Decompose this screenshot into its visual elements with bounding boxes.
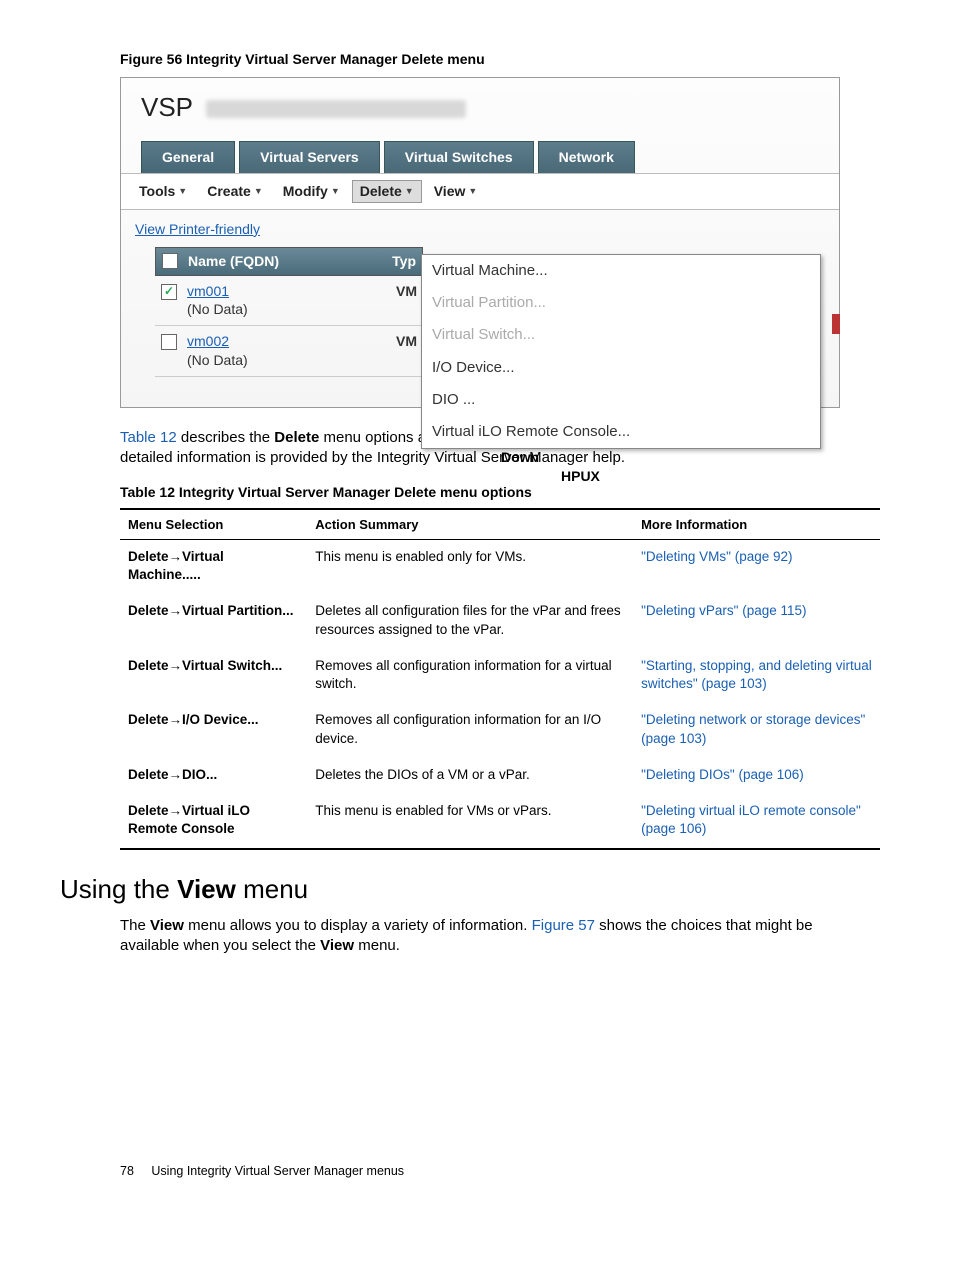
menu-selection-cell: Delete→Virtual Switch... <box>120 649 307 703</box>
more-info-link[interactable]: "Deleting virtual iLO remote console" (p… <box>641 803 861 836</box>
vm-name-link[interactable]: vm002 <box>187 333 229 349</box>
table-header-row: Name (FQDN) Typ <box>155 247 423 276</box>
menu-selection-cell: Delete→I/O Device... <box>120 703 307 757</box>
footer-chapter: Using Integrity Virtual Server Manager m… <box>151 1164 404 1178</box>
more-info-cell: "Deleting DIOs" (page 106) <box>633 758 880 794</box>
section-heading: Using the View menu <box>60 872 894 907</box>
content-area: View Printer-friendly Name (FQDN) Typ ✓ … <box>121 210 839 407</box>
tab-general[interactable]: General <box>141 141 235 173</box>
blurred-hostname <box>206 100 466 118</box>
table-row: ✓ vm001 (No Data) VM <box>155 276 423 327</box>
menu-modify[interactable]: Modify▼ <box>275 180 348 203</box>
more-info-cell: "Deleting virtual iLO remote console" (p… <box>633 794 880 849</box>
tab-network[interactable]: Network <box>538 141 635 173</box>
more-info-link[interactable]: "Deleting VMs" (page 92) <box>641 549 792 564</box>
menu-create[interactable]: Create▼ <box>199 180 271 203</box>
action-summary-cell: This menu is enabled for VMs or vPars. <box>307 794 633 849</box>
delete-options-table: Menu Selection Action Summary More Infor… <box>120 508 880 851</box>
row-tail-text: Down HPUX <box>501 448 600 486</box>
menu-selection-cell: Delete→Virtual iLO Remote Console <box>120 794 307 849</box>
dropdown-item-virtual-switch[interactable]: Virtual Switch... <box>422 319 820 351</box>
more-info-cell: "Deleting vPars" (page 115) <box>633 594 880 648</box>
more-info-cell: "Deleting VMs" (page 92) <box>633 540 880 595</box>
th-action-summary: Action Summary <box>307 509 633 540</box>
chevron-down-icon: ▼ <box>405 185 414 197</box>
page-number: 78 <box>120 1164 134 1178</box>
right-edge-indicator <box>832 314 840 334</box>
dropdown-item-virtual-ilo[interactable]: Virtual iLO Remote Console... <box>422 416 820 448</box>
menu-bar: Tools▼ Create▼ Modify▼ Delete▼ View▼ <box>121 173 839 210</box>
menu-selection-cell: Delete→DIO... <box>120 758 307 794</box>
menu-selection-cell: Delete→Virtual Machine..... <box>120 540 307 595</box>
menu-tools[interactable]: Tools▼ <box>131 180 195 203</box>
more-info-cell: "Starting, stopping, and deleting virtua… <box>633 649 880 703</box>
th-menu-selection: Menu Selection <box>120 509 307 540</box>
vsp-title: VSP <box>141 92 193 122</box>
menu-delete[interactable]: Delete▼ <box>352 180 422 203</box>
menu-view[interactable]: View▼ <box>426 180 486 203</box>
menu-selection-cell: Delete→Virtual Partition... <box>120 594 307 648</box>
dropdown-item-virtual-partition[interactable]: Virtual Partition... <box>422 287 820 319</box>
action-summary-cell: Deletes all configuration files for the … <box>307 594 633 648</box>
col-type: Typ <box>392 252 416 271</box>
th-more-info: More Information <box>633 509 880 540</box>
dropdown-item-io-device[interactable]: I/O Device... <box>422 352 820 384</box>
more-info-link[interactable]: "Deleting network or storage devices" (p… <box>641 712 865 745</box>
row-checkbox[interactable] <box>161 334 177 350</box>
action-summary-cell: Removes all configuration information fo… <box>307 703 633 757</box>
chevron-down-icon: ▼ <box>178 185 187 197</box>
chevron-down-icon: ▼ <box>331 185 340 197</box>
select-all-checkbox[interactable] <box>162 253 178 269</box>
dropdown-item-virtual-machine[interactable]: Virtual Machine... <box>422 255 820 287</box>
action-summary-cell: Removes all configuration information fo… <box>307 649 633 703</box>
more-info-link[interactable]: "Deleting vPars" (page 115) <box>641 603 806 618</box>
row-checkbox[interactable]: ✓ <box>161 284 177 300</box>
page-footer: 78 Using Integrity Virtual Server Manage… <box>120 1163 404 1180</box>
figure-caption: Figure 56 Integrity Virtual Server Manag… <box>120 50 894 69</box>
view-paragraph: The View menu allows you to display a va… <box>120 916 840 957</box>
figure-57-link[interactable]: Figure 57 <box>532 917 595 934</box>
tab-virtual-servers[interactable]: Virtual Servers <box>239 141 380 173</box>
screenshot-panel: VSP General Virtual Servers Virtual Swit… <box>120 77 840 408</box>
vm-no-data: (No Data) <box>187 352 248 368</box>
more-info-cell: "Deleting network or storage devices" (p… <box>633 703 880 757</box>
vm-type: VM <box>396 332 417 351</box>
action-summary-cell: Deletes the DIOs of a VM or a vPar. <box>307 758 633 794</box>
vm-name-link[interactable]: vm001 <box>187 283 229 299</box>
table-row: vm002 (No Data) VM <box>155 326 423 377</box>
window-title-bar: VSP <box>121 78 839 135</box>
tab-row: General Virtual Servers Virtual Switches… <box>121 141 839 173</box>
action-summary-cell: This menu is enabled only for VMs. <box>307 540 633 595</box>
printer-friendly-link[interactable]: View Printer-friendly <box>135 221 260 237</box>
col-name: Name (FQDN) <box>188 252 382 271</box>
more-info-link[interactable]: "Deleting DIOs" (page 106) <box>641 767 804 782</box>
dropdown-item-dio[interactable]: DIO ... <box>422 384 820 416</box>
delete-dropdown: Virtual Machine... Virtual Partition... … <box>421 254 821 450</box>
table-12-link[interactable]: Table 12 <box>120 429 177 446</box>
vm-type: VM <box>396 282 417 301</box>
tab-virtual-switches[interactable]: Virtual Switches <box>384 141 534 173</box>
more-info-link[interactable]: "Starting, stopping, and deleting virtua… <box>641 658 872 691</box>
vm-no-data: (No Data) <box>187 301 248 317</box>
chevron-down-icon: ▼ <box>468 185 477 197</box>
chevron-down-icon: ▼ <box>254 185 263 197</box>
